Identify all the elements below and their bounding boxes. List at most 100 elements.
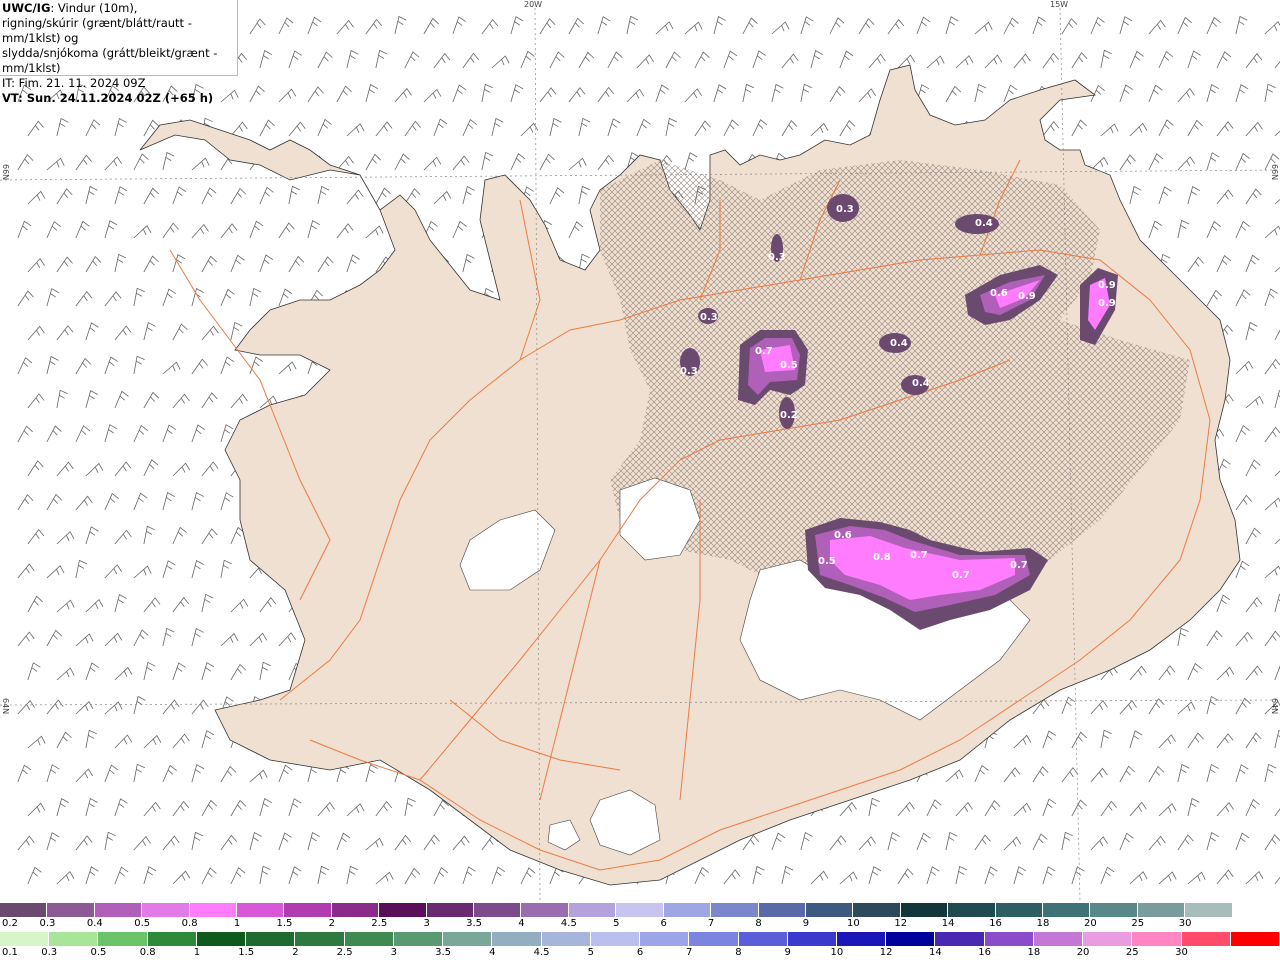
legend-label: 25 bbox=[1131, 918, 1145, 929]
legend-swatch bbox=[995, 903, 1043, 917]
legend-swatch bbox=[1185, 903, 1233, 917]
legend-label: 10 bbox=[846, 918, 860, 929]
legend-label: 0.1 bbox=[2, 947, 18, 958]
legend-label: 30 bbox=[1178, 918, 1192, 929]
legend-label: 18 bbox=[1036, 918, 1050, 929]
legend-swatch bbox=[948, 903, 996, 917]
legend-swatch bbox=[426, 903, 475, 917]
legend-label: 0.8 bbox=[181, 918, 198, 929]
legend-swatch bbox=[142, 903, 190, 917]
legend-swatch bbox=[189, 903, 238, 917]
map-value: 0.5 bbox=[818, 556, 836, 567]
map-value: 0.3 bbox=[768, 252, 786, 263]
legend-swatch bbox=[640, 932, 690, 946]
legend-swatch bbox=[758, 903, 806, 917]
legend-swatch bbox=[900, 903, 949, 917]
legend-label: 7 bbox=[686, 947, 693, 958]
map-value: 0.9 bbox=[1018, 291, 1036, 302]
legend-label: 4.5 bbox=[560, 918, 577, 929]
map-value: 0.4 bbox=[912, 378, 930, 389]
legend-label: 0.5 bbox=[90, 947, 107, 958]
description-rain: rigning/skúrir (grænt/blátt/rautt - mm/1… bbox=[2, 16, 192, 45]
legend-label: 30 bbox=[1175, 947, 1188, 958]
legend-label: 4 bbox=[489, 947, 496, 958]
lat-label-66n-right: 66N bbox=[1270, 164, 1279, 181]
legend-swatch bbox=[295, 932, 345, 946]
legend-swatch bbox=[237, 903, 285, 917]
valid-time: VT: Sun. 24.11.2024 02Z (+65 h) bbox=[2, 91, 214, 105]
map-value: 0.3 bbox=[836, 204, 854, 215]
legend-label: 5 bbox=[587, 947, 594, 958]
legend-label: 1 bbox=[193, 947, 201, 958]
description-snow: slydda/snjókoma (grátt/bleikt/grænt - mm… bbox=[2, 46, 218, 75]
map-value: 0.6 bbox=[990, 288, 1008, 299]
legend-label: 3 bbox=[390, 947, 398, 958]
legend-label: 25 bbox=[1125, 947, 1139, 958]
rain-legend-labels: 0.1 0.3 0.5 0.8 1 1.5 2 2.5 3 3.5 4 4.5 5 6 7 8 9 10 12 14 1… bbox=[0, 946, 1280, 960]
map-value: 0.2 bbox=[780, 410, 798, 421]
snow-legend-labels: 0.2 0.3 0.4 0.5 0.8 1 1.5 2 2.5 3 3.5 4 4.5 5 6 7 8 9 10 12… bbox=[0, 917, 1280, 931]
lon-label-15w: 15W bbox=[1050, 0, 1069, 9]
legend-swatch bbox=[474, 903, 522, 917]
legend-swatch bbox=[47, 903, 95, 917]
legend-swatch bbox=[541, 932, 591, 946]
lon-label-20w: 20W bbox=[524, 0, 543, 9]
legend-label: 0.8 bbox=[139, 947, 156, 958]
legend-label: 14 bbox=[941, 918, 955, 929]
legend-label: 9 bbox=[784, 947, 791, 958]
legend-swatch bbox=[196, 932, 247, 946]
legend-label: 2.5 bbox=[371, 918, 388, 929]
legend-label: 6 bbox=[636, 947, 644, 958]
map-value: 0.7 bbox=[952, 570, 970, 581]
legend-swatch bbox=[98, 932, 148, 946]
map-value: 0.4 bbox=[975, 218, 993, 229]
legend-label: 0.2 bbox=[2, 918, 18, 929]
legend-label: 1.5 bbox=[238, 947, 255, 958]
legend-swatch bbox=[935, 932, 985, 946]
legend-swatch bbox=[492, 932, 542, 946]
legend-label: 4 bbox=[518, 918, 525, 929]
map-value: 0.9 bbox=[1098, 280, 1116, 291]
legend-swatch bbox=[1137, 903, 1186, 917]
legend-swatch bbox=[1083, 932, 1133, 946]
legend-label: 16 bbox=[978, 947, 991, 958]
legend-swatch bbox=[568, 903, 617, 917]
map-value: 0.8 bbox=[873, 552, 891, 563]
legend-swatch bbox=[284, 903, 332, 917]
legend-swatch bbox=[521, 903, 569, 917]
legend-label: 1.5 bbox=[276, 918, 293, 929]
legend-label: 3.5 bbox=[435, 947, 452, 958]
legend-swatch bbox=[616, 903, 664, 917]
map-value: 0.6 bbox=[834, 530, 852, 541]
legend-label: 0.3 bbox=[41, 947, 58, 958]
legend-label: 20 bbox=[1076, 947, 1090, 958]
legend-label: 14 bbox=[929, 947, 942, 958]
legend-label: 1 bbox=[233, 918, 241, 929]
legend-swatch bbox=[738, 932, 788, 946]
legend-label: 3 bbox=[423, 918, 430, 929]
legend-label: 5 bbox=[613, 918, 620, 929]
legend-swatch bbox=[711, 903, 759, 917]
rain-legend-bar bbox=[0, 932, 1280, 946]
legend-swatch bbox=[663, 903, 712, 917]
initial-time: IT: Fim. 21. 11. 2024 09Z bbox=[2, 76, 146, 90]
map-value: 0.7 bbox=[755, 346, 773, 357]
legend-swatch bbox=[94, 903, 143, 917]
map-value: 0.4 bbox=[890, 338, 908, 349]
legend-swatch bbox=[393, 932, 444, 946]
legend-label: 16 bbox=[989, 918, 1002, 929]
snow-legend-bar bbox=[0, 903, 1280, 917]
legend-label: 2 bbox=[292, 947, 299, 958]
legend-label: 8 bbox=[735, 947, 742, 958]
map-value: 0.7 bbox=[910, 550, 928, 561]
legend-swatch bbox=[379, 903, 427, 917]
legend-swatch bbox=[0, 903, 48, 917]
legend-label: 0.3 bbox=[39, 918, 56, 929]
legend-swatch bbox=[0, 932, 50, 946]
legend-label: 12 bbox=[879, 947, 893, 958]
legend-label: 3.5 bbox=[466, 918, 483, 929]
lat-label-64n-left: 64N bbox=[1, 698, 10, 715]
map-value: 0.9 bbox=[1098, 298, 1116, 309]
legend-label: 0.4 bbox=[86, 918, 103, 929]
legend-swatch bbox=[689, 932, 739, 946]
